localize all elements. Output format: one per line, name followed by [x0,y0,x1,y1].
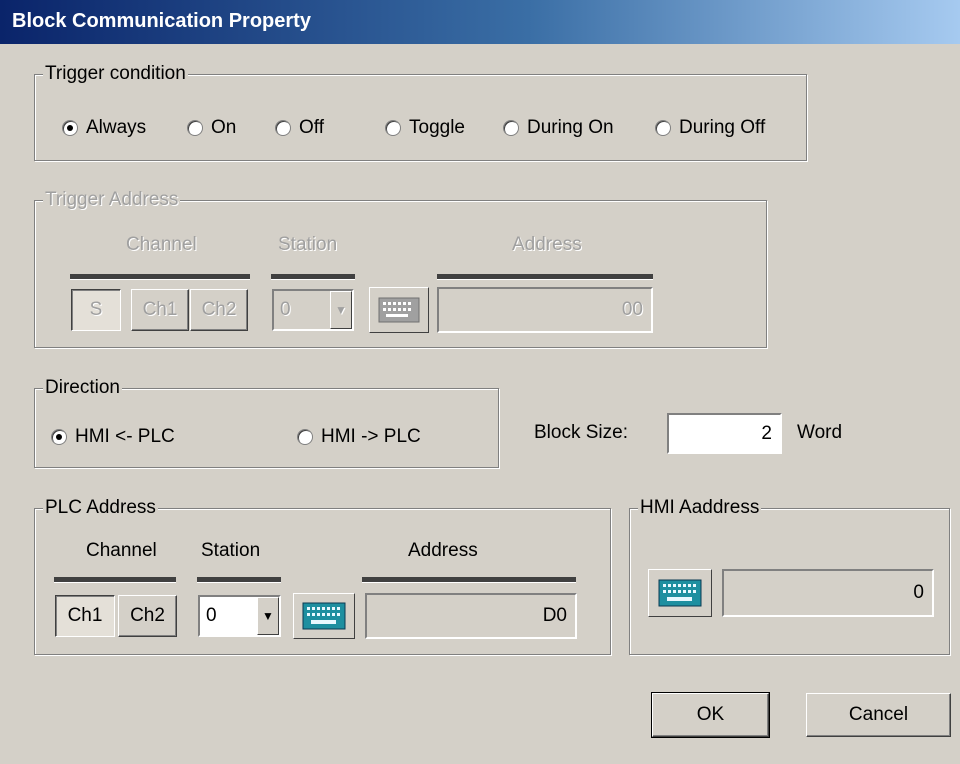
radio-toggle[interactable]: Toggle [385,117,465,139]
hmi-address-field[interactable]: 0 [722,569,934,617]
radio-during-on[interactable]: During On [503,117,614,139]
plc-station-value: 0 [206,605,217,626]
hmi-address-value: 0 [913,582,924,603]
ok-button[interactable]: OK [651,692,770,738]
trigger-address-legend: Trigger Address [43,189,181,211]
radio-circle-icon [655,120,671,136]
plc-address-field[interactable]: D0 [365,593,577,639]
hmi-address-group: HMI Aaddress 0 [629,497,950,655]
radio-hmi-from-plc[interactable]: HMI <- PLC [51,426,175,448]
trigger-channel-divider [70,274,250,280]
trigger-address-label: Address [512,234,582,255]
trigger-address-value: 00 [621,299,643,320]
title-bar[interactable]: Block Communication Property [0,0,960,44]
trigger-channel-s-button[interactable]: S [71,289,121,331]
radio-during-off[interactable]: During Off [655,117,765,139]
block-size-label: Block Size: [534,422,628,443]
chevron-down-icon: ▼ [330,291,352,329]
plc-station-label: Station [201,540,261,561]
radio-on[interactable]: On [187,117,236,139]
radio-off[interactable]: Off [275,117,324,139]
hmi-address-legend: HMI Aaddress [638,497,762,519]
trigger-keyboard-button[interactable] [369,287,429,333]
trigger-channel-label: Channel [126,234,197,255]
window-title: Block Communication Property [12,10,311,32]
plc-address-group: PLC Address Channel Station Address Ch1 … [34,497,611,655]
keyboard-icon [658,579,702,607]
block-size-unit: Word [797,422,843,443]
trigger-address-group: Trigger Address Channel Station Address … [34,189,767,348]
trigger-condition-legend: Trigger condition [43,63,188,85]
plc-channel-ch1-button[interactable]: Ch1 [55,595,115,637]
radio-circle-icon [187,120,203,136]
plc-address-legend: PLC Address [43,497,158,519]
trigger-station-value: 0 [280,299,291,320]
chevron-down-icon: ▼ [257,597,279,635]
radio-circle-icon [62,120,78,136]
trigger-station-select[interactable]: 0 ▼ [272,289,354,331]
trigger-address-divider [437,274,653,280]
keyboard-icon [302,602,346,630]
radio-circle-icon [51,429,67,445]
plc-address-divider [362,577,576,583]
trigger-channel-ch1-button[interactable]: Ch1 [131,289,189,331]
plc-channel-label: Channel [86,540,157,561]
trigger-station-label: Station [278,234,338,255]
radio-circle-icon [385,120,401,136]
block-size-input[interactable]: 2 [667,413,782,454]
trigger-condition-group: Trigger condition Always On Off Toggle D… [34,63,807,161]
direction-legend: Direction [43,377,122,399]
plc-station-divider [197,577,281,583]
plc-channel-divider [54,577,176,583]
plc-station-select[interactable]: 0 ▼ [198,595,281,637]
hmi-keyboard-button[interactable] [648,569,712,617]
trigger-channel-ch2-button[interactable]: Ch2 [190,289,248,331]
plc-address-label: Address [408,540,478,561]
cancel-button[interactable]: Cancel [806,693,951,737]
trigger-address-field[interactable]: 00 [437,287,653,333]
radio-always[interactable]: Always [62,117,146,139]
block-size-value: 2 [761,422,772,444]
plc-channel-ch2-button[interactable]: Ch2 [118,595,177,637]
radio-circle-icon [503,120,519,136]
plc-address-value: D0 [542,605,567,626]
radio-circle-icon [275,120,291,136]
keyboard-icon [378,297,420,323]
trigger-station-divider [271,274,355,280]
plc-keyboard-button[interactable] [293,593,355,639]
radio-hmi-to-plc[interactable]: HMI -> PLC [297,426,421,448]
direction-group: Direction HMI <- PLC HMI -> PLC [34,377,499,468]
radio-circle-icon [297,429,313,445]
